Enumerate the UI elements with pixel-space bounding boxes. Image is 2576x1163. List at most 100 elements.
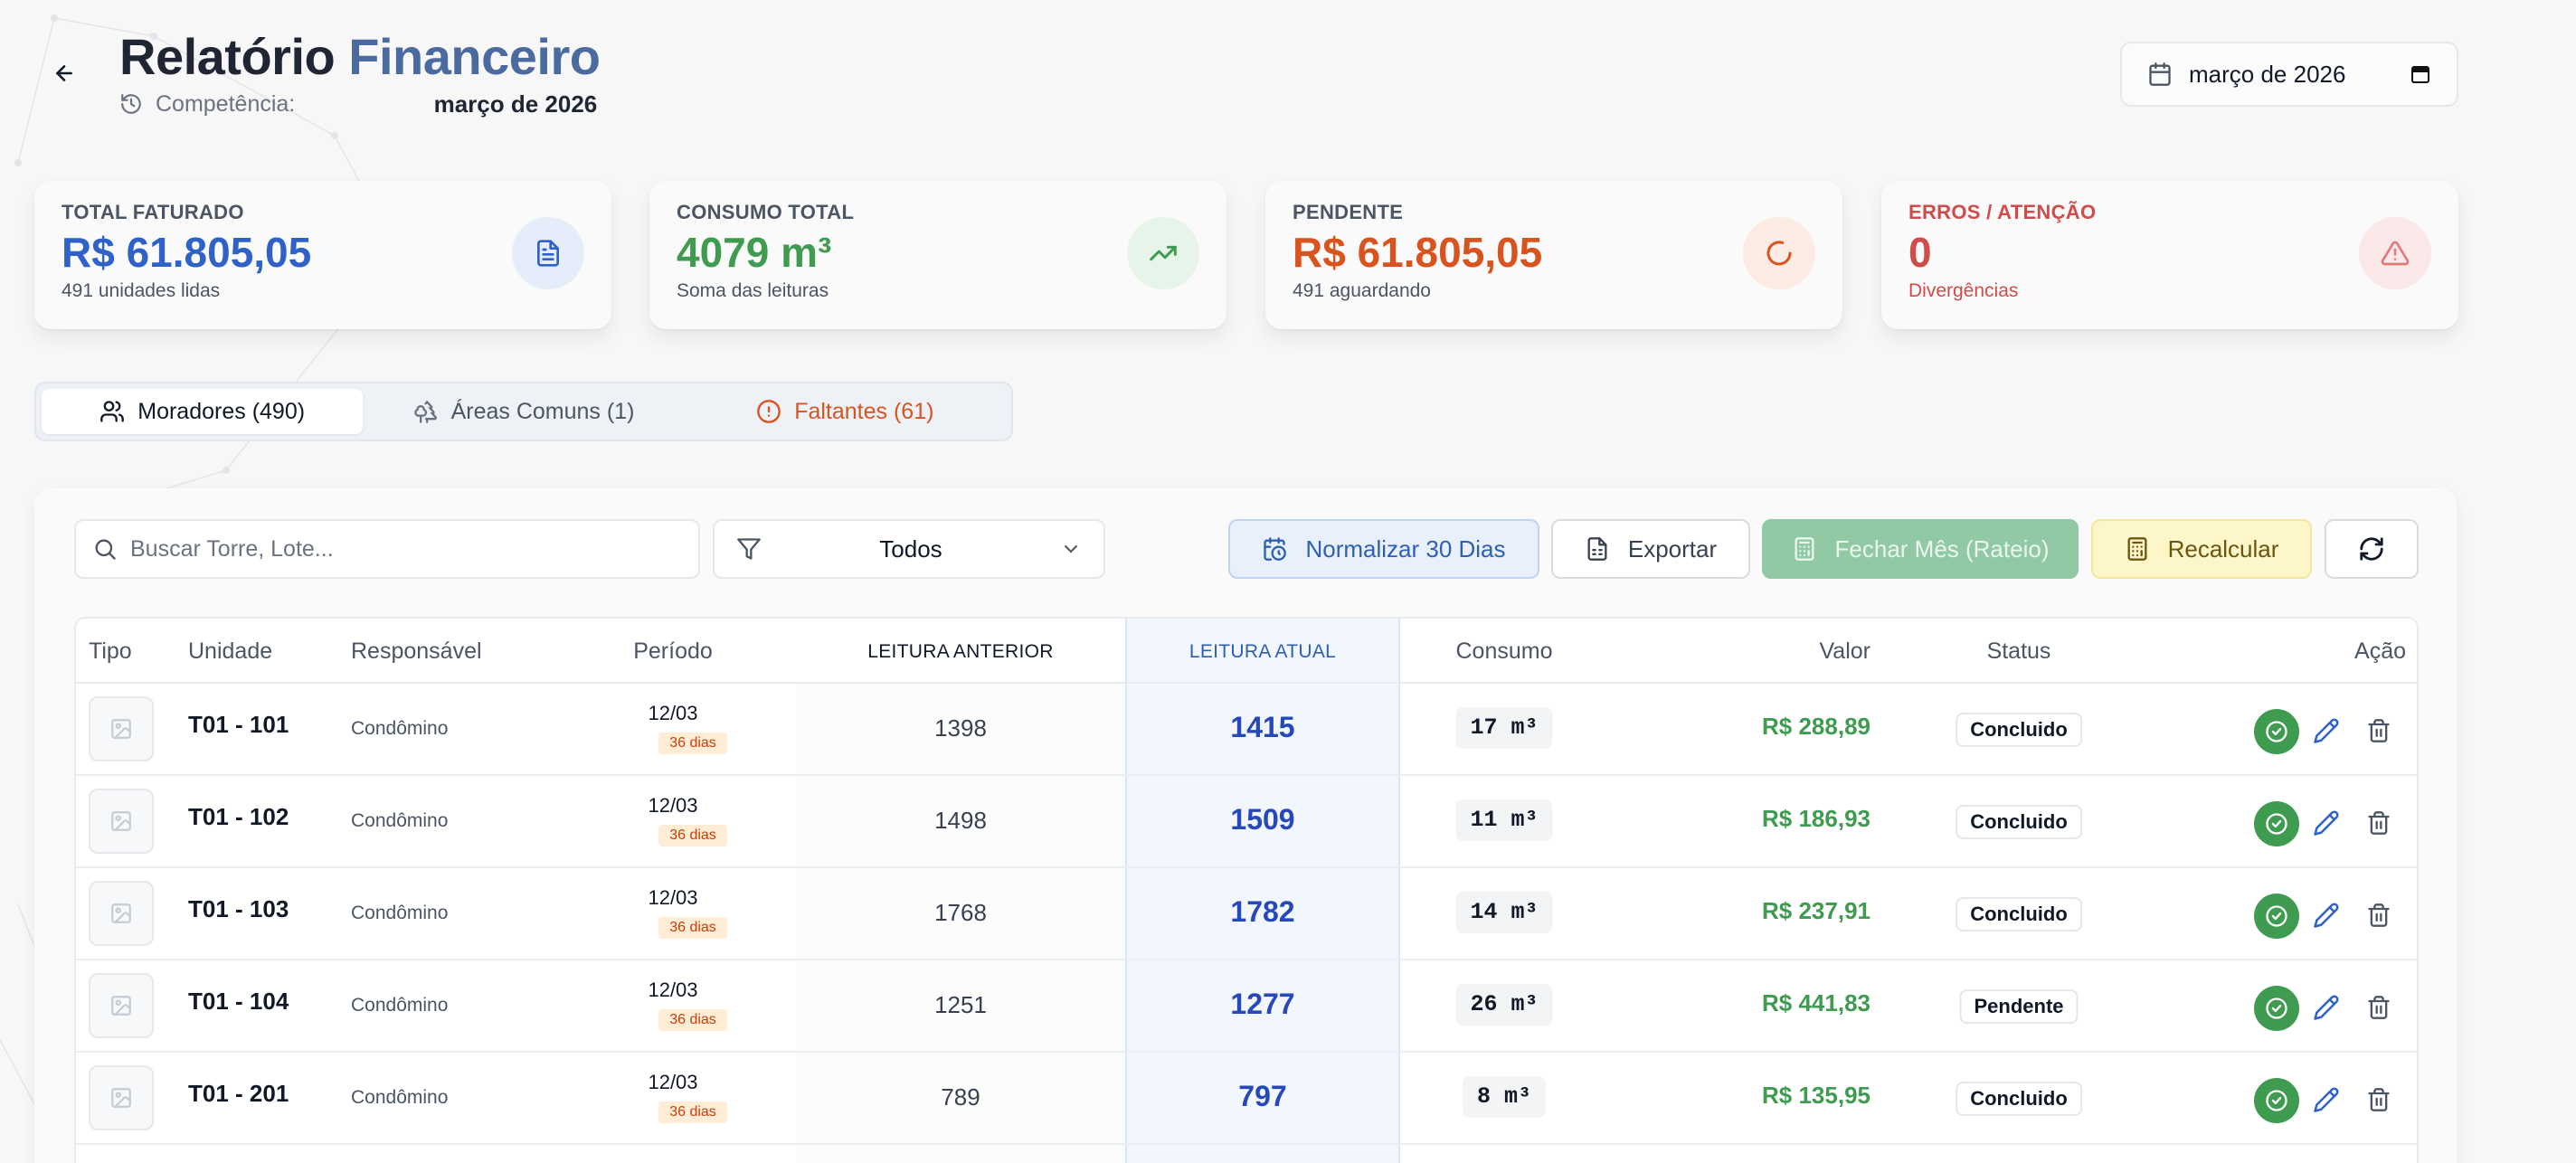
title-main: Relatório (119, 28, 336, 85)
approve-button[interactable] (2254, 986, 2299, 1031)
consumption-badge: 14 m³ (1455, 892, 1553, 933)
days-badge: 36 dias (658, 825, 727, 846)
calendar-icon (2149, 62, 2171, 86)
users-icon (100, 401, 125, 422)
amount-value: R$ 237,91 (1762, 897, 1870, 924)
status-badge: Concluido (1956, 1082, 2082, 1116)
table-row[interactable]: T01 - 104 Condômino 12/03 36 dias 1251 1… (76, 960, 2417, 1053)
reading-date: 12/03 (648, 886, 698, 909)
tab-moradores[interactable]: Moradores (490) (42, 389, 364, 434)
current-reading[interactable]: 1509 (1125, 803, 1400, 837)
delete-button[interactable] (2363, 991, 2395, 1024)
edit-button[interactable] (2310, 714, 2343, 747)
edit-button[interactable] (2310, 899, 2343, 931)
history-icon (121, 94, 141, 114)
table-row[interactable]: T01 - 103 Condômino 12/03 36 dias 1768 1… (76, 868, 2417, 960)
pencil-icon (2314, 810, 2339, 836)
trash-icon (2368, 996, 2390, 1019)
stat-card-total-faturado: TOTAL FATURADO R$ 61.805,05 491 unidades… (34, 181, 611, 329)
table-row[interactable]: T01 - 102 Condômino 12/03 36 dias 1498 1… (76, 776, 2417, 868)
delete-button[interactable] (2363, 807, 2395, 839)
approve-button[interactable] (2254, 801, 2299, 846)
check-circle-icon (2266, 1090, 2287, 1111)
amount-value: R$ 135,95 (1762, 1082, 1870, 1109)
edit-button[interactable] (2310, 1083, 2343, 1116)
trash-icon (2368, 811, 2390, 835)
stat-sub: 491 aguardando (1293, 280, 1431, 301)
stat-value: 0 (1908, 229, 1932, 276)
trash-icon (2368, 719, 2390, 742)
header-status: Status (1986, 638, 2051, 664)
spinner-icon (1743, 217, 1815, 289)
close-month-button[interactable]: Fechar Mês (Rateio) (1762, 519, 2079, 579)
recalculate-button[interactable]: Recalcular (2091, 519, 2312, 579)
photo-thumbnail[interactable] (89, 881, 154, 946)
header-valor: Valor (1819, 638, 1870, 664)
approve-button[interactable] (2254, 709, 2299, 754)
page-title: Relatório Financeiro (119, 25, 601, 89)
stat-card-pendente: PENDENTE R$ 61.805,05 491 aguardando (1265, 181, 1842, 329)
photo-thumbnail[interactable] (89, 1065, 154, 1130)
unit-name: T01 - 101 (188, 711, 289, 738)
calculator-icon (2127, 537, 2147, 561)
image-icon (111, 996, 131, 1016)
search-placeholder: Buscar Torre, Lote... (130, 535, 334, 562)
alert-circle-icon (757, 400, 781, 423)
consumption-badge: 8 m³ (1462, 1076, 1547, 1118)
unit-name: T01 - 103 (188, 895, 289, 922)
status-filter-select[interactable]: Todos (713, 519, 1105, 579)
stat-sub: Divergências (1908, 280, 2019, 301)
export-button[interactable]: Exportar (1551, 519, 1750, 579)
refresh-button[interactable] (2325, 519, 2419, 579)
approve-button[interactable] (2254, 894, 2299, 939)
document-icon (512, 217, 584, 289)
header-responsavel: Responsável (351, 638, 482, 664)
photo-thumbnail[interactable] (89, 696, 154, 761)
table-row[interactable]: T01 - 101 Condômino 12/03 36 dias 1398 1… (76, 684, 2417, 776)
tab-areas-comuns[interactable]: Áreas Comuns (1) (363, 389, 684, 434)
status-badge: Concluido (1956, 713, 2082, 747)
current-reading[interactable]: 1782 (1125, 895, 1400, 929)
refresh-icon (2360, 537, 2383, 561)
close-month-label: Fechar Mês (Rateio) (1834, 534, 2050, 563)
responsible: Condômino (351, 718, 449, 739)
competencia-value: março de 2026 (433, 90, 598, 118)
responsible: Condômino (351, 995, 449, 1016)
delete-button[interactable] (2363, 714, 2395, 747)
amount-value: R$ 288,89 (1762, 713, 1870, 740)
amount-value: R$ 441,83 (1762, 989, 1870, 1016)
image-icon (111, 1088, 131, 1108)
approve-button[interactable] (2254, 1078, 2299, 1123)
tab-faltantes[interactable]: Faltantes (61) (685, 389, 1006, 434)
current-reading[interactable]: 797 (1125, 1080, 1400, 1113)
edit-button[interactable] (2310, 991, 2343, 1024)
previous-reading: 789 (941, 1083, 980, 1111)
trash-icon (2368, 1088, 2390, 1111)
unit-name: T01 - 102 (188, 803, 289, 830)
calendar-picker-icon[interactable] (2410, 63, 2431, 85)
filter-icon (737, 538, 761, 560)
days-badge: 36 dias (658, 917, 727, 939)
current-reading[interactable]: 1277 (1125, 988, 1400, 1021)
normalize-30-days-button[interactable]: Normalizar 30 Dias (1228, 519, 1539, 579)
consumption-badge: 26 m³ (1455, 984, 1553, 1026)
calculator-icon (1795, 537, 1814, 561)
month-picker[interactable]: março de 2026 (2120, 42, 2458, 107)
table-row[interactable]: T01 - 201 Condômino 12/03 36 dias 789 79… (76, 1053, 2417, 1145)
stat-label: PENDENTE (1293, 201, 1404, 223)
stat-card-consumo-total: CONSUMO TOTAL 4079 m³ Soma das leituras (649, 181, 1226, 329)
status-badge: Pendente (1959, 989, 2079, 1024)
title-accent: Financeiro (348, 28, 601, 85)
photo-thumbnail[interactable] (89, 973, 154, 1038)
stat-label: CONSUMO TOTAL (677, 201, 855, 223)
search-input[interactable]: Buscar Torre, Lote... (74, 519, 700, 579)
days-badge: 36 dias (658, 1102, 727, 1123)
header-consumo: Consumo (1455, 638, 1553, 664)
photo-thumbnail[interactable] (89, 789, 154, 854)
tab-label: Faltantes (61) (794, 398, 934, 424)
current-reading[interactable]: 1415 (1125, 711, 1400, 744)
edit-button[interactable] (2310, 807, 2343, 839)
back-button[interactable] (45, 54, 83, 92)
delete-button[interactable] (2363, 899, 2395, 931)
delete-button[interactable] (2363, 1083, 2395, 1116)
